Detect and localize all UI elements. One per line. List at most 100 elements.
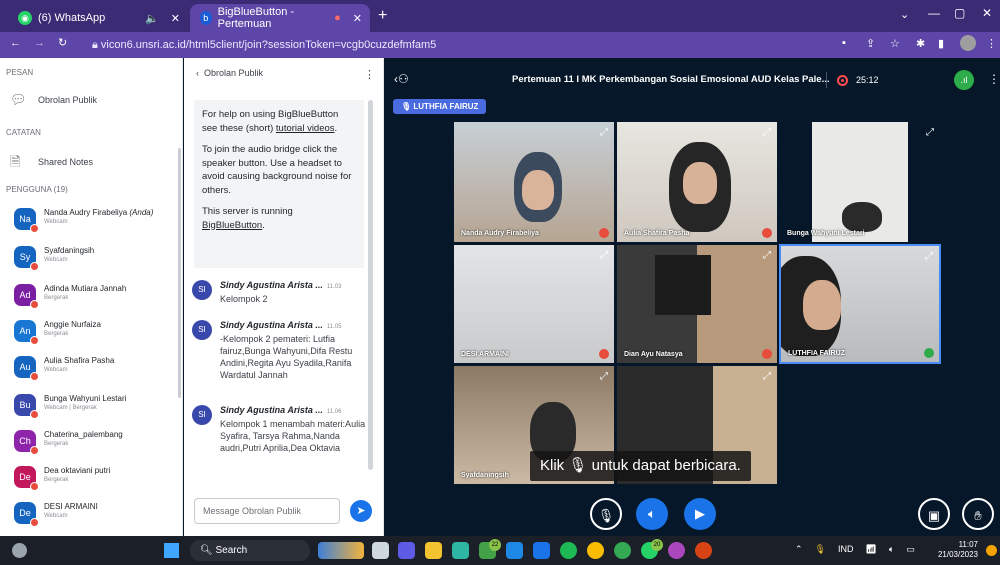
expand-icon[interactable]: ⤢	[763, 127, 771, 138]
video-tile[interactable]: ⤢ Bunga Wahyuni Lestari	[779, 121, 941, 243]
expand-icon[interactable]: ⤢	[600, 127, 608, 138]
notification-icon[interactable]	[986, 545, 997, 556]
bigbluebutton-link[interactable]: BigBlueButton	[202, 220, 262, 231]
options-icon[interactable]: ⋮	[988, 72, 1000, 86]
taskbar: 🔍︎ Search 22 20 ⌃ 🎙︎ IND 📶︎ 🔈︎ ▭ 11:07 2…	[0, 536, 1000, 565]
recording-indicator[interactable]: 25:12	[826, 72, 879, 88]
connection-status-icon[interactable]: .ıl	[954, 70, 974, 90]
expand-icon[interactable]: ⤢	[600, 250, 608, 261]
edge-icon[interactable]	[452, 542, 469, 559]
tab-list-icon[interactable]: ⌄	[900, 8, 909, 21]
close-tab-icon[interactable]: ✕	[353, 12, 362, 25]
expand-icon[interactable]: ⤢	[763, 250, 771, 261]
presentation-button[interactable]: ▣	[918, 498, 950, 530]
battery-icon[interactable]: ▭	[906, 544, 915, 555]
whatsapp-taskbar-icon[interactable]: 22	[479, 539, 501, 559]
video-tile[interactable]: ⤢ Aulia Shafira Pasha	[616, 121, 778, 243]
camera-button[interactable]: ▶︎	[684, 498, 716, 530]
chrome-profile-icon[interactable]	[614, 542, 631, 559]
audio-icon[interactable]: 🔈	[145, 12, 159, 25]
chat-options-icon[interactable]: ⋮	[364, 68, 375, 81]
system-tray: ⌃ 🎙︎ IND 📶︎ 🔈︎ ▭	[795, 544, 915, 555]
close-window-icon[interactable]: ✕	[982, 6, 992, 20]
public-chat-nav[interactable]: 💬︎ Obrolan Publik	[10, 92, 97, 108]
minimize-icon[interactable]: —	[928, 6, 940, 20]
menu-icon[interactable]: ⋮	[986, 37, 997, 50]
expand-icon[interactable]: ⤢	[763, 371, 771, 382]
task-view-icon[interactable]	[372, 542, 389, 559]
toggle-user-list-icon[interactable]: ‹⚇	[394, 72, 409, 86]
video-tile-active-speaker[interactable]: ⤢ LUTHFIA FAIRUZ	[779, 244, 941, 364]
taskbar-search[interactable]: 🔍︎ Search	[190, 540, 310, 561]
user-list-item[interactable]: Ad Adinda Mutiara Jannah Bergerak	[14, 284, 164, 309]
store-icon[interactable]	[506, 542, 523, 559]
weather-icon[interactable]	[12, 543, 27, 558]
chevron-left-icon[interactable]: ‹	[196, 68, 199, 78]
close-tab-icon[interactable]: ✕	[171, 12, 180, 25]
chevron-up-icon[interactable]: ⌃	[795, 544, 803, 555]
mic-icon	[924, 348, 934, 358]
user-list-item[interactable]: De Dea oktaviani putri Bergerak	[14, 466, 164, 491]
record-icon	[837, 74, 848, 86]
join-audio-button[interactable]: 🎙︎	[590, 498, 622, 530]
whatsapp-desktop-icon[interactable]: 20	[641, 539, 663, 559]
shared-notes-nav[interactable]: 🗎︎ Shared Notes	[10, 154, 93, 170]
video-tile[interactable]: ⤢ Dian Ayu Natasya	[616, 244, 778, 364]
tab-whatsapp[interactable]: ◉ (6) WhatsApp 🔈 ✕	[8, 4, 188, 32]
avatar: SI	[192, 280, 212, 300]
expand-icon[interactable]: ⤢	[925, 251, 933, 262]
windows-start-icon[interactable]	[164, 543, 179, 558]
audio-button[interactable]: 🔈︎	[636, 498, 668, 530]
user-list-item[interactable]: Bu Bunga Wahyuni Lestari Webcam | Bergera…	[14, 394, 164, 419]
avatar: Au	[14, 356, 39, 381]
reload-icon[interactable]: ↻	[58, 36, 67, 49]
expand-icon[interactable]: ⤢	[600, 371, 608, 382]
tile-name: Syafdaningsih	[461, 472, 509, 479]
wifi-icon[interactable]: 📶︎	[865, 544, 876, 555]
video-tile[interactable]: ⤢ Nanda Audry Firabeliya	[453, 121, 615, 243]
user-list-scrollbar[interactable]	[178, 148, 181, 398]
chat-header[interactable]: ‹ Obrolan Publik	[196, 68, 263, 78]
avatar: Ch	[14, 430, 39, 455]
user-list-item[interactable]: De DESI ARMAINI Webcam	[14, 502, 164, 527]
welcome-message: For help on using BigBlueButton see thes…	[194, 100, 364, 268]
camera-in-use-icon[interactable]: ▪	[842, 37, 846, 49]
user-list-item[interactable]: Au Aulia Shafira Pasha Webcam	[14, 356, 164, 381]
mic-tray-icon[interactable]: 🎙︎	[815, 544, 826, 555]
user-list-item[interactable]: Na Nanda Audry Firabeliya (Anda) Webcam	[14, 208, 164, 233]
chrome-icon[interactable]	[587, 542, 604, 559]
new-tab-icon[interactable]: +	[378, 7, 387, 25]
language-indicator[interactable]: IND	[838, 544, 854, 555]
chat-message: SI Sindy Agustina Arista ... 11.03 Kelomp…	[192, 280, 372, 305]
back-icon[interactable]: ←	[10, 37, 21, 49]
user-list-item[interactable]: Sy Syafdaningsih Webcam	[14, 246, 164, 271]
forward-icon[interactable]: →	[34, 37, 45, 49]
expand-icon[interactable]: ⤢	[926, 127, 934, 138]
share-icon[interactable]: ⇪	[866, 37, 875, 50]
maximize-icon[interactable]: ▢	[954, 6, 965, 20]
bookmark-star-icon[interactable]: ☆	[890, 37, 900, 50]
app-icon[interactable]	[533, 542, 550, 559]
send-button[interactable]: ➤	[350, 500, 372, 522]
file-explorer-icon[interactable]	[425, 542, 442, 559]
raise-hand-button[interactable]: ✋︎	[962, 498, 994, 530]
profile-avatar[interactable]	[960, 35, 976, 51]
tab-bigbluebutton[interactable]: b BigBlueButton - Pertemuan ● ✕	[190, 4, 370, 32]
messenger-icon[interactable]	[668, 542, 685, 559]
user-list-item[interactable]: Ch Chaterina_palembang Bergerak	[14, 430, 164, 455]
tutorial-link[interactable]: tutorial videos	[276, 123, 335, 134]
search-highlight-icon[interactable]	[318, 542, 364, 559]
video-tile[interactable]: ⤢ DESI ARMAINI	[453, 244, 615, 364]
powerpoint-icon[interactable]	[695, 542, 712, 559]
message-input[interactable]: Message Obrolan Publik	[194, 498, 340, 524]
search-icon: 🔍︎	[200, 545, 213, 556]
teams-icon[interactable]	[398, 542, 415, 559]
sidebar-icon[interactable]: ▮	[938, 37, 944, 50]
spotify-icon[interactable]	[560, 542, 577, 559]
user-list-item[interactable]: An Anggie Nurfaiza Bergerak	[14, 320, 164, 345]
caption-text: Klik	[540, 457, 565, 474]
url-input[interactable]: 🔒︎ vicon6.unsri.ac.id/html5client/join?s…	[82, 36, 902, 54]
extensions-icon[interactable]: ✱	[916, 37, 925, 50]
volume-icon[interactable]: 🔈︎	[889, 544, 894, 555]
clock[interactable]: 11:07 21/03/2023	[938, 540, 978, 560]
